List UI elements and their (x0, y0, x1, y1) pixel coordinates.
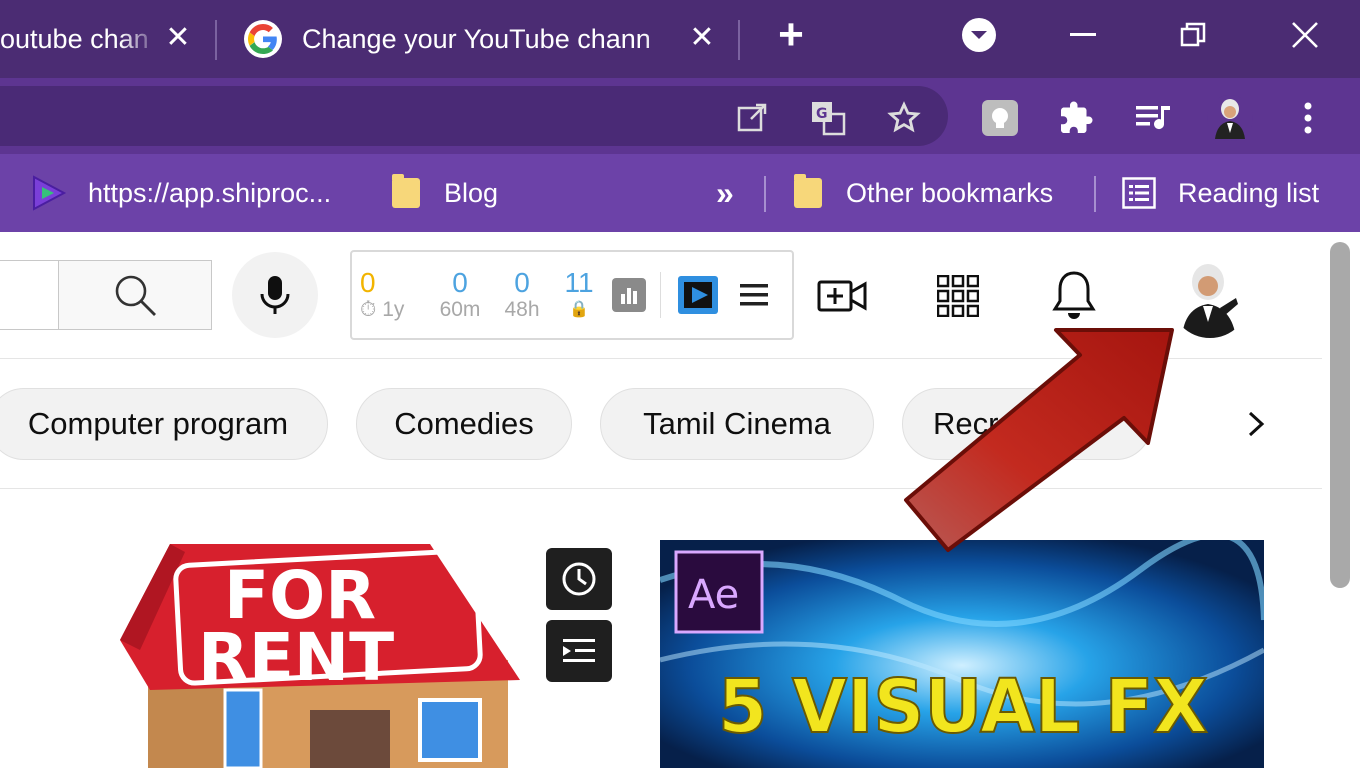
new-tab-button[interactable]: + (766, 10, 816, 60)
chip-tamil-cinema[interactable]: Tamil Cinema (600, 388, 874, 460)
reading-list-icon (1122, 177, 1156, 209)
close-window-button[interactable] (1280, 10, 1330, 60)
restore-icon (1180, 22, 1206, 47)
stat-60m: 0 60m (430, 268, 490, 322)
svg-text:G: G (816, 106, 828, 122)
minimize-icon (1070, 33, 1096, 36)
notifications-button[interactable] (1046, 266, 1102, 324)
apps-button[interactable] (930, 270, 986, 322)
menu-icon[interactable] (738, 282, 770, 310)
bookmarks-bar: https://app.shiproc... Blog » Other book… (0, 154, 1360, 232)
youtube-page: 0 ⏱ 1y 0 60m 0 48h 11 🔒 Computer program… (0, 232, 1360, 768)
chevron-right-icon (1248, 411, 1265, 437)
stat-value: 0 (514, 267, 530, 298)
open-in-new-icon[interactable] (732, 98, 772, 138)
tab-strip: outube chan ✕ Change your YouTube chann … (0, 0, 1360, 78)
media-queue-icon[interactable] (1132, 98, 1176, 138)
browser-toolbar: G (0, 78, 1360, 154)
bookmark-label: https://app.shiproc... (88, 177, 332, 208)
shiprocket-icon (33, 175, 67, 211)
chip-comedies[interactable]: Comedies (356, 388, 572, 460)
chip-label: Recr (933, 406, 999, 441)
add-to-queue-button[interactable] (546, 620, 612, 682)
video-thumbnail-visual-fx[interactable]: Ae 5 VISUAL FX (660, 540, 1264, 768)
avatar[interactable] (1170, 258, 1250, 338)
chip-computer-program[interactable]: Computer program (0, 388, 328, 460)
stat-value: 0 (360, 267, 376, 298)
bell-icon (1052, 271, 1096, 319)
extension-bulb-icon[interactable] (980, 98, 1020, 138)
stat-label: 60m (439, 298, 481, 321)
restore-button[interactable] (1168, 10, 1218, 60)
kebab-menu-icon[interactable] (1290, 98, 1326, 138)
stat-total: 11 🔒 (552, 268, 606, 322)
bookmarks-overflow-button[interactable]: » (716, 154, 734, 232)
star-icon[interactable] (884, 98, 924, 138)
profile-avatar-icon[interactable] (1206, 94, 1254, 142)
thumb-text-visual-fx: 5 VISUAL FX (718, 664, 1208, 750)
reading-list-label: Reading list (1178, 177, 1320, 208)
bookmark-shiprocket[interactable]: https://app.shiproc... (28, 154, 331, 232)
visual-fx-image: Ae 5 VISUAL FX (660, 540, 1264, 768)
close-tab-icon[interactable]: ✕ (686, 22, 718, 54)
tab-change-youtube[interactable]: Change your YouTube chann (244, 0, 714, 78)
bookmark-label: Other bookmarks (846, 177, 1054, 208)
user-avatar-icon (1170, 258, 1250, 338)
minimize-button[interactable] (1058, 10, 1108, 60)
chips-next-button[interactable] (1220, 388, 1292, 460)
chevron-down-circle-icon (962, 18, 996, 52)
create-video-button[interactable] (812, 270, 872, 322)
reading-list-button[interactable]: Reading list (1122, 154, 1319, 232)
stat-48h: 0 48h (492, 268, 552, 322)
microphone-icon (260, 276, 290, 314)
stat-value: 0 (452, 267, 468, 298)
play-extension-icon[interactable] (678, 276, 718, 314)
voice-search-button[interactable] (232, 252, 318, 338)
puzzle-extensions-icon[interactable] (1056, 98, 1096, 138)
apps-grid-icon (937, 275, 979, 317)
search-icon (115, 275, 156, 316)
address-bar[interactable] (0, 86, 948, 146)
extension-stats-panel: 0 ⏱ 1y 0 60m 0 48h 11 🔒 (350, 250, 794, 340)
close-tab-icon[interactable]: ✕ (162, 22, 194, 54)
queue-icon (563, 639, 595, 662)
bookmark-blog[interactable]: Blog (392, 154, 498, 232)
watch-later-button[interactable] (546, 548, 612, 610)
clock-icon (562, 562, 596, 596)
stat-label: ⏱ 1y (360, 298, 405, 321)
folder-icon (392, 174, 420, 208)
google-icon (244, 20, 282, 58)
thumb-text-rent: RENT (198, 619, 394, 696)
bookmark-other-bookmarks[interactable]: Other bookmarks (794, 154, 1053, 232)
chart-icon[interactable] (612, 278, 646, 312)
page-scrollbar[interactable] (1322, 232, 1360, 768)
video-camera-plus-icon (817, 280, 867, 312)
translate-icon[interactable]: G (808, 98, 848, 138)
chip-recreation[interactable]: Recr (902, 388, 1152, 460)
video-thumbnail-for-rent[interactable]: FOR RENT (20, 540, 624, 768)
stat-value: 11 (564, 267, 594, 298)
tab-title: Change your YouTube chann (302, 23, 651, 54)
folder-icon (794, 174, 822, 208)
bookmark-label: Blog (444, 177, 499, 208)
search-button[interactable] (58, 260, 212, 330)
tab-search-button[interactable] (954, 10, 1004, 60)
scrollbar-thumb[interactable] (1330, 242, 1350, 588)
after-effects-badge: Ae (688, 572, 739, 618)
search-input[interactable] (0, 260, 60, 330)
house-for-rent-image: FOR RENT (120, 544, 520, 768)
stat-label: 48h (504, 298, 540, 321)
stat-label: 🔒 (569, 301, 589, 318)
stat-1y: 0 ⏱ 1y (360, 268, 420, 322)
close-icon (1292, 22, 1318, 48)
